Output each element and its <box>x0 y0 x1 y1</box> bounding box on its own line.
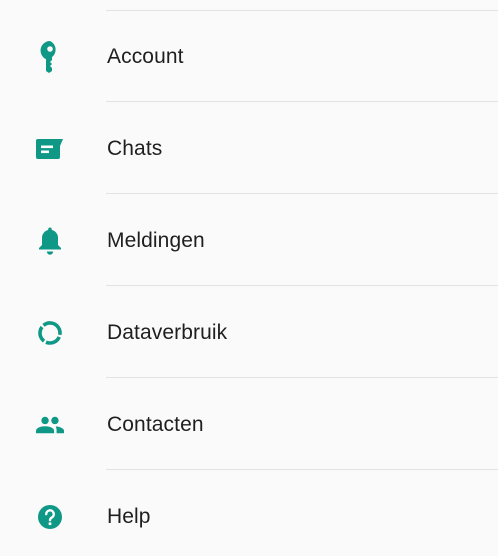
divider <box>106 377 498 378</box>
divider <box>106 101 498 102</box>
key-icon <box>36 11 64 102</box>
divider <box>106 285 498 286</box>
divider <box>106 469 498 470</box>
settings-item-help[interactable]: Help <box>0 471 498 556</box>
settings-item-label: Help <box>107 504 151 528</box>
settings-item-account[interactable]: Account <box>0 11 498 102</box>
divider <box>106 193 498 194</box>
settings-item-label: Dataverbruik <box>107 320 228 344</box>
settings-item-label: Account <box>107 44 184 68</box>
settings-item-chats[interactable]: Chats <box>0 103 498 194</box>
chat-icon <box>36 103 64 194</box>
settings-item-contacten[interactable]: Contacten <box>0 379 498 470</box>
bell-icon <box>36 195 64 286</box>
settings-item-label: Chats <box>107 136 163 160</box>
settings-item-label: Contacten <box>107 412 204 436</box>
help-icon <box>36 471 64 556</box>
data-usage-icon <box>36 287 64 378</box>
settings-list: Account Chats Meldingen Dataverbruik Con… <box>0 0 498 556</box>
settings-item-dataverbruik[interactable]: Dataverbruik <box>0 287 498 378</box>
settings-item-meldingen[interactable]: Meldingen <box>0 195 498 286</box>
settings-item-label: Meldingen <box>107 228 205 252</box>
contacts-icon <box>36 379 64 470</box>
